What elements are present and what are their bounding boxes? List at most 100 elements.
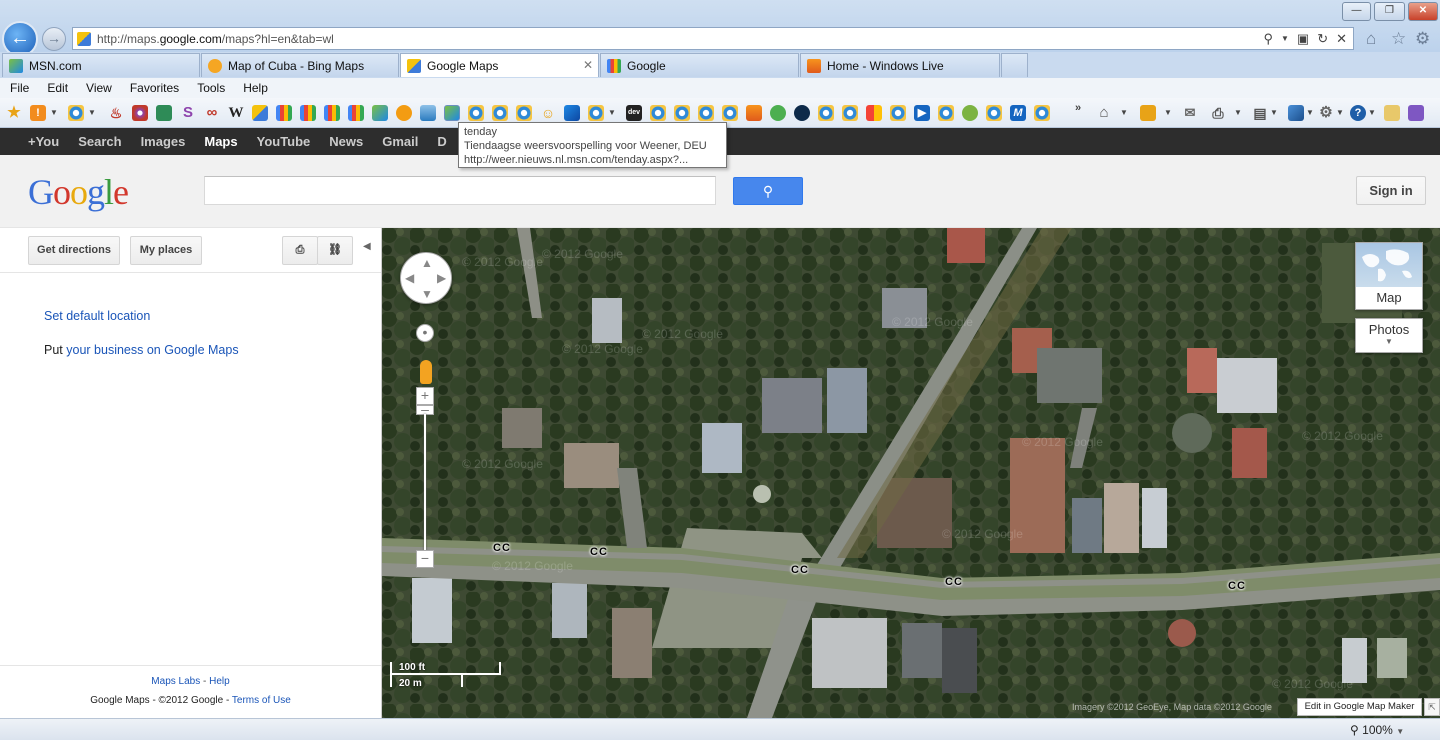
pan-right-icon[interactable]: ▶ — [437, 271, 446, 285]
menu-tools[interactable]: Tools — [197, 81, 225, 95]
pan-up-icon[interactable]: ▲ — [421, 256, 433, 270]
terms-of-use-link[interactable]: Terms of Use — [232, 695, 291, 706]
chevron-down-icon[interactable]: ▼ — [1336, 105, 1344, 121]
flame-icon[interactable]: ♨ — [108, 105, 124, 121]
pan-down-icon[interactable]: ▼ — [421, 287, 433, 301]
shield-icon[interactable] — [156, 105, 172, 121]
google-logo[interactable]: Google — [28, 171, 129, 213]
close-window-button[interactable]: ✕ — [1408, 2, 1438, 21]
menu-view[interactable]: View — [86, 81, 112, 95]
gbar-images[interactable]: Images — [141, 134, 186, 149]
pegman-icon[interactable] — [420, 360, 432, 384]
safety-shield-icon[interactable] — [1288, 105, 1304, 121]
restore-button[interactable]: ❐ — [1374, 2, 1405, 21]
gbar-plus-you[interactable]: +You — [28, 134, 59, 149]
my-places-button[interactable]: My places — [130, 236, 202, 265]
chevron-down-icon[interactable]: ▼ — [608, 105, 616, 121]
orange-circle-icon[interactable] — [396, 105, 412, 121]
sign-in-button[interactable]: Sign in — [1356, 176, 1426, 205]
grid-icon[interactable] — [866, 105, 882, 121]
s-icon[interactable]: S — [180, 105, 196, 121]
home-icon[interactable]: ⌂ — [1366, 29, 1376, 49]
tool-icon[interactable] — [564, 105, 580, 121]
feed-icon[interactable]: ! — [30, 105, 46, 121]
photos-button[interactable]: Photos ▼ — [1355, 318, 1423, 353]
ie-page-icon[interactable] — [842, 105, 858, 121]
ie-page-icon[interactable] — [986, 105, 1002, 121]
zoom-level[interactable]: ⚲ 100% ▼ — [1350, 723, 1404, 737]
pan-control[interactable]: ▲ ▼ ◀ ▶ — [400, 252, 452, 304]
tab-msn[interactable]: MSN.com — [2, 53, 200, 77]
gbar-youtube[interactable]: YouTube — [257, 134, 311, 149]
chevron-down-icon[interactable]: ▼ — [1396, 727, 1404, 736]
gbar-news[interactable]: News — [329, 134, 363, 149]
tools-gear-icon[interactable]: ⚙ — [1415, 29, 1430, 49]
search-icon[interactable]: ⚲ — [1263, 31, 1273, 47]
dropdown-icon[interactable]: ▼ — [1281, 31, 1289, 47]
maps-search-input[interactable] — [204, 176, 716, 205]
home-icon[interactable]: ⌂ — [1096, 105, 1112, 121]
link-loop-icon[interactable]: ∞ — [204, 105, 220, 121]
address-bar[interactable]: http://maps.google.com/maps?hl=en&tab=wl… — [72, 27, 1354, 50]
tab-google-maps[interactable]: Google Maps ✕ — [400, 53, 599, 77]
address-url[interactable]: http://maps.google.com/maps?hl=en&tab=wl — [97, 32, 1263, 46]
ie-page-icon[interactable] — [674, 105, 690, 121]
google-icon[interactable] — [276, 105, 292, 121]
ie-page-icon[interactable] — [650, 105, 666, 121]
zoom-slider-track[interactable] — [424, 414, 426, 558]
map-type-button[interactable]: Map — [1355, 242, 1423, 310]
chevron-down-icon[interactable]: ▼ — [88, 105, 96, 121]
google-maps-icon[interactable] — [252, 105, 268, 121]
chevron-down-icon[interactable]: ▼ — [1270, 105, 1278, 121]
sync-icon[interactable] — [770, 105, 786, 121]
ie-page-icon[interactable] — [68, 105, 84, 121]
menu-help[interactable]: Help — [243, 81, 268, 95]
compat-view-icon[interactable]: ▣ — [1297, 31, 1309, 47]
ie-page-icon[interactable] — [516, 105, 532, 121]
chevron-down-icon[interactable]: ▼ — [1164, 105, 1172, 121]
m-icon[interactable]: M — [1010, 105, 1026, 121]
ie-page-icon[interactable] — [588, 105, 604, 121]
favorites-star-icon[interactable]: ☆ — [1391, 29, 1406, 49]
refresh-icon[interactable]: ↻ — [1317, 31, 1328, 47]
menu-edit[interactable]: Edit — [47, 81, 68, 95]
msn-butterfly-icon[interactable] — [372, 105, 388, 121]
rss-icon[interactable] — [1140, 105, 1156, 121]
ie-page-icon[interactable] — [698, 105, 714, 121]
ie-page-icon[interactable] — [722, 105, 738, 121]
gbar-maps[interactable]: Maps — [204, 134, 237, 149]
ie-page-icon[interactable] — [818, 105, 834, 121]
page-icon[interactable]: ▤ — [1252, 105, 1268, 121]
person-icon[interactable]: ☺ — [540, 105, 556, 121]
msn-butterfly-icon[interactable] — [444, 105, 460, 121]
tab-windows-live[interactable]: Home - Windows Live — [800, 53, 1000, 77]
print-button[interactable]: ⎙ — [282, 236, 318, 265]
set-default-location-link[interactable]: Set default location — [44, 309, 150, 323]
collapse-panel-icon[interactable]: ◀ — [363, 241, 371, 252]
ie-page-icon[interactable] — [1034, 105, 1050, 121]
link-button[interactable]: ⛓ — [317, 236, 353, 265]
mail-icon[interactable] — [746, 105, 762, 121]
stop-icon[interactable]: ✕ — [1336, 31, 1347, 47]
forward-button[interactable]: → — [42, 27, 66, 51]
menu-favorites[interactable]: Favorites — [130, 81, 179, 95]
color-wheel-icon[interactable] — [132, 105, 148, 121]
collapse-map-icon[interactable]: ⇱ — [1424, 698, 1440, 716]
gbar-drive[interactable]: D — [437, 134, 446, 149]
google-icon[interactable] — [324, 105, 340, 121]
zoom-out-button[interactable]: − — [416, 550, 434, 568]
wikipedia-icon[interactable]: W — [228, 105, 244, 121]
help-link[interactable]: Help — [209, 676, 230, 687]
gbar-gmail[interactable]: Gmail — [382, 134, 418, 149]
ie-page-icon[interactable] — [890, 105, 906, 121]
menu-file[interactable]: File — [10, 81, 29, 95]
tools-gear-icon[interactable]: ⚙ — [1318, 105, 1334, 121]
chevron-down-icon[interactable]: ▼ — [1306, 105, 1314, 121]
pan-left-icon[interactable]: ◀ — [405, 271, 414, 285]
new-tab-button[interactable] — [1001, 53, 1028, 77]
reset-view-button[interactable]: • — [416, 324, 434, 342]
chevron-down-icon[interactable]: ▼ — [1234, 105, 1242, 121]
onenote-icon[interactable] — [1408, 105, 1424, 121]
google-icon[interactable] — [348, 105, 364, 121]
minimize-button[interactable]: — — [1342, 2, 1371, 21]
